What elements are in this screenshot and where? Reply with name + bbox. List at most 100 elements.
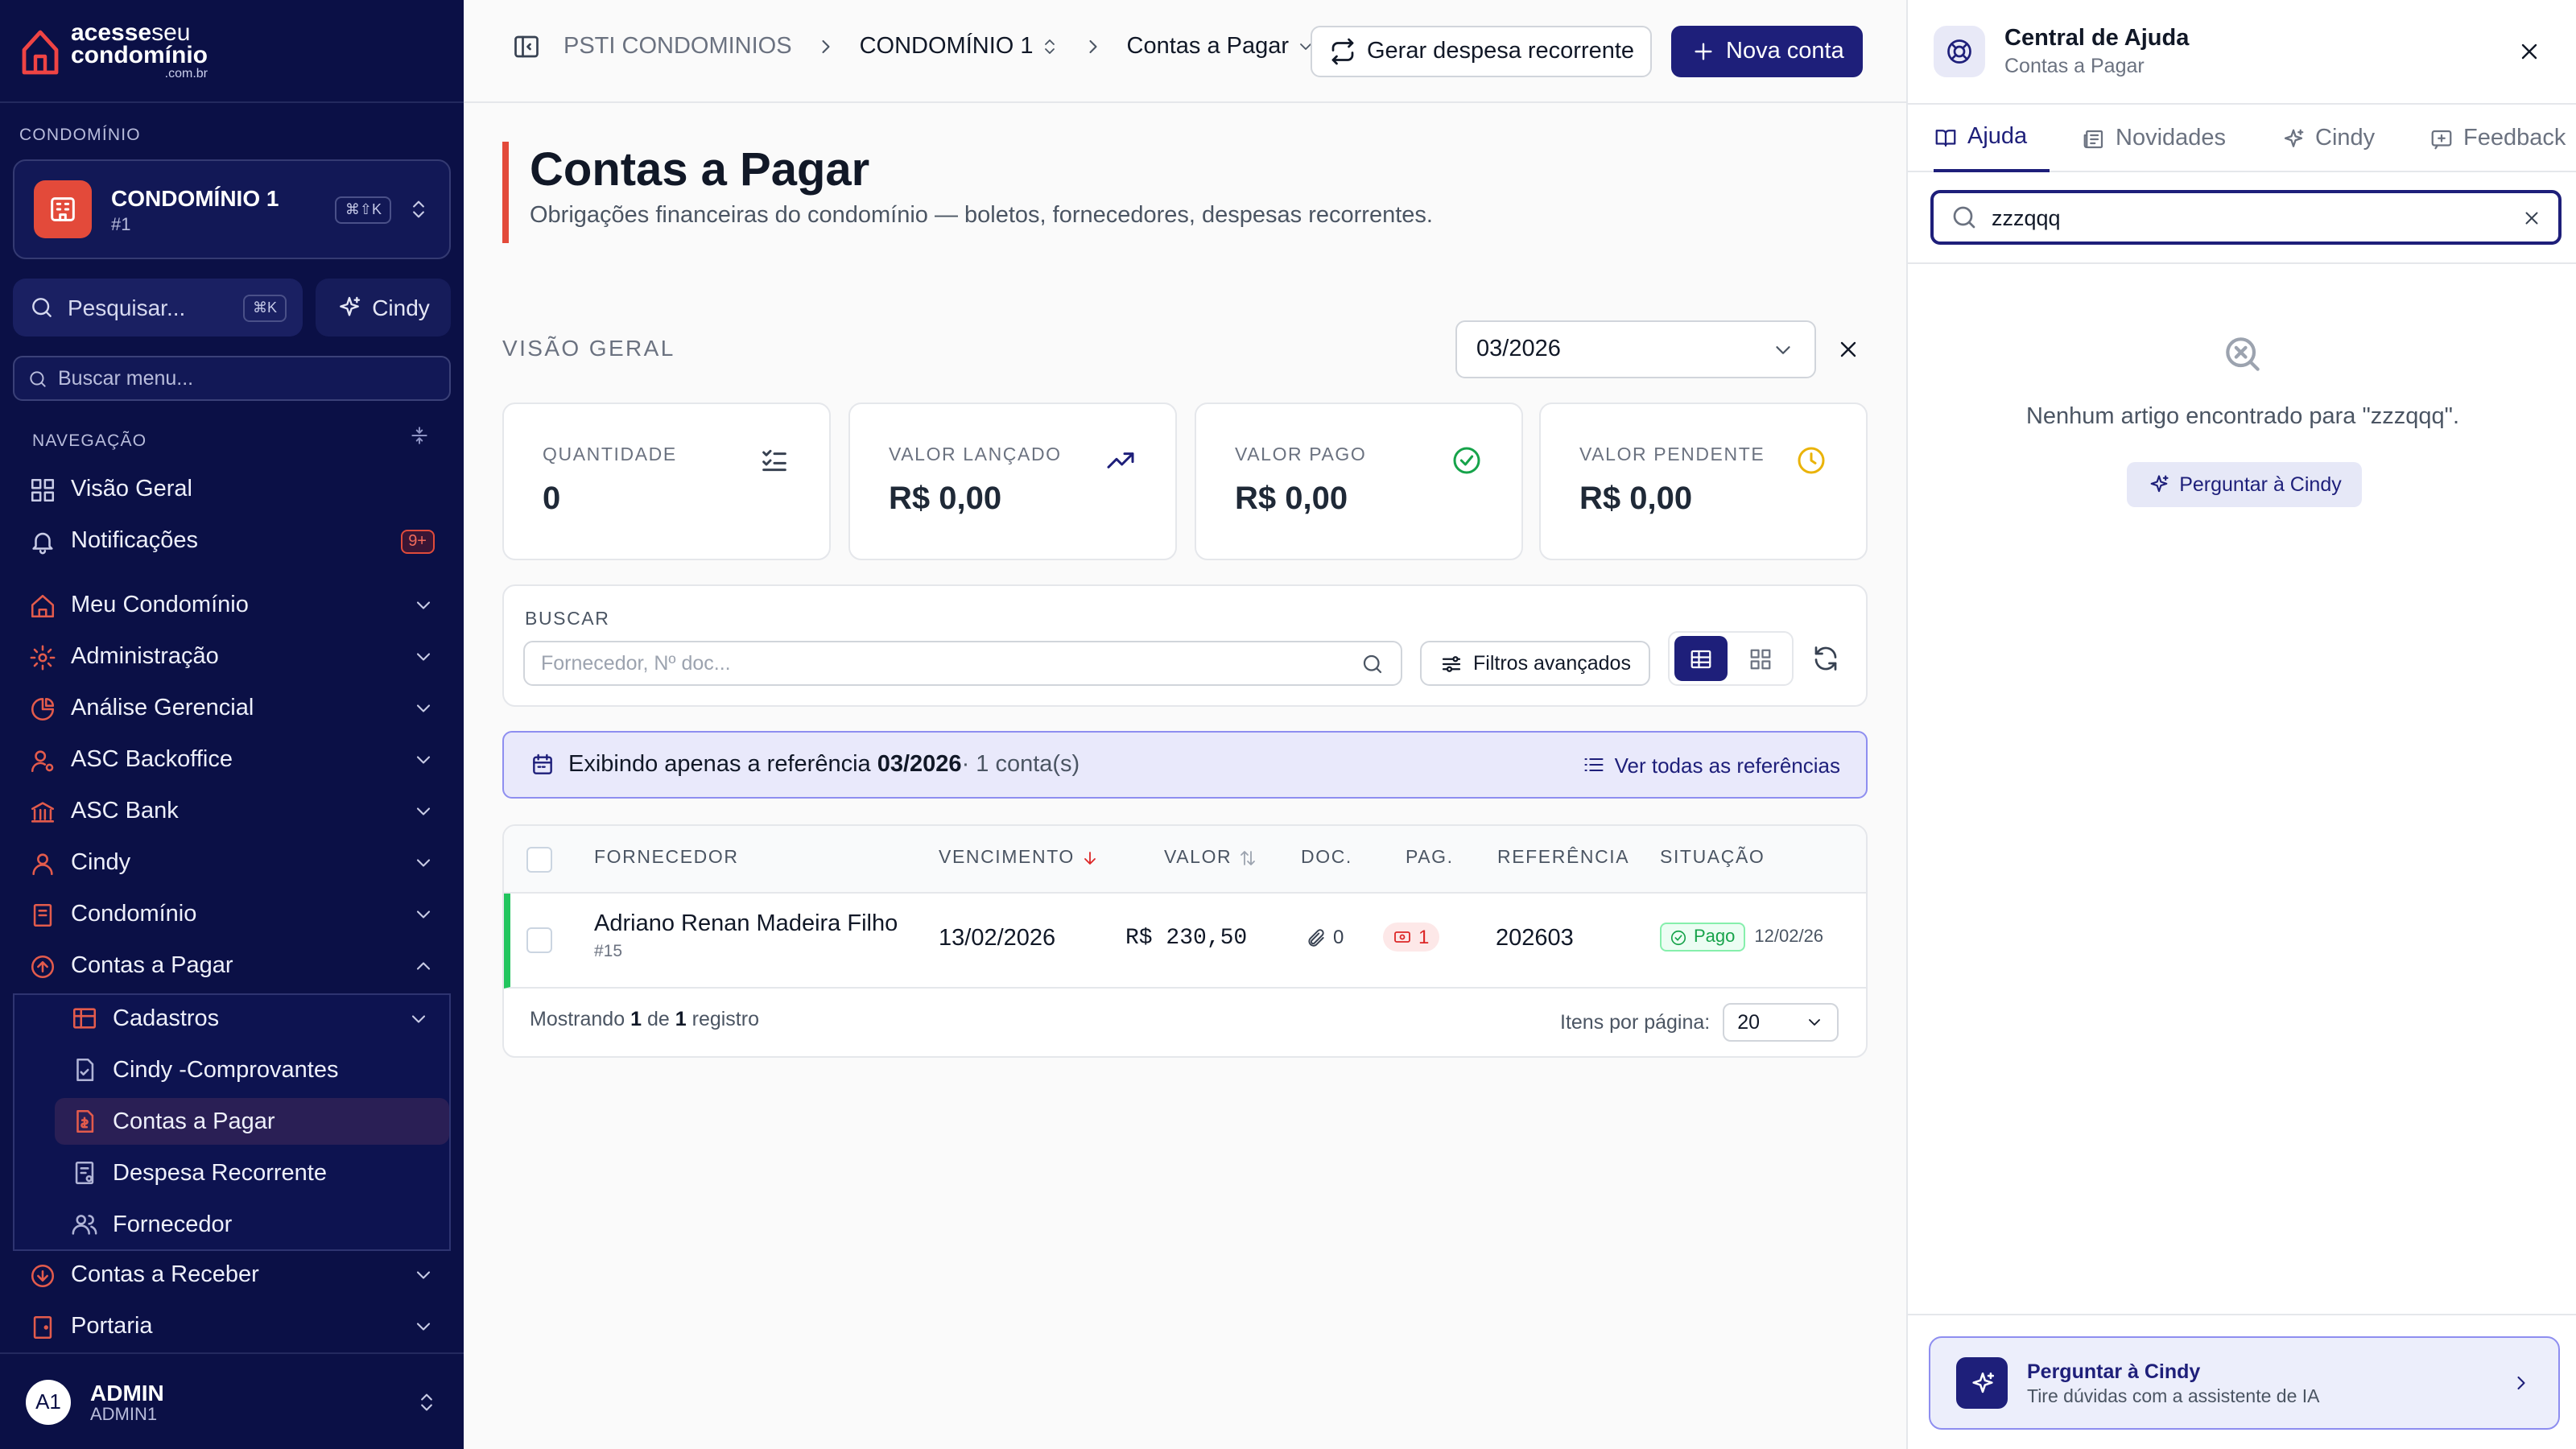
sidebar-item-condominio[interactable]: Condomínio (29, 892, 435, 937)
column-header-pag: PAG. (1406, 848, 1454, 868)
help-tabs: Ajuda Novidades Cindy Feedback (1908, 103, 2576, 172)
sliders-icon (1439, 651, 1463, 675)
breadcrumb-page-label: Contas a Pagar (1126, 34, 1290, 60)
submenu-item-contas-a-pagar[interactable]: Contas a Pagar (55, 1098, 449, 1145)
sidebar-item-portaria[interactable]: Portaria (29, 1304, 435, 1349)
breadcrumb-condo[interactable]: CONDOMÍNIO 1 (860, 34, 1059, 60)
submenu-item-despesa-recorrente[interactable]: Despesa Recorrente (55, 1150, 449, 1196)
column-header-vencimento[interactable]: VENCIMENTO (939, 848, 1100, 868)
sidebar-item-asc-bank[interactable]: ASC Bank (29, 789, 435, 834)
tab-feedback[interactable]: Feedback (2429, 105, 2566, 172)
brand-logo[interactable]: acesseseu condomínio .com.br (19, 21, 208, 80)
search-x-icon (2220, 332, 2265, 377)
sidebar-item-administracao[interactable]: Administração (29, 634, 435, 679)
stat-value: R$ 0,00 (1235, 481, 1348, 517)
ask-cindy-card[interactable]: Perguntar à Cindy Tire dúvidas com a ass… (1929, 1336, 2560, 1430)
ask-cindy-label: Perguntar à Cindy (2179, 473, 2342, 496)
submenu-item-fornecedor[interactable]: Fornecedor (55, 1201, 449, 1248)
column-header-fornecedor[interactable]: FORNECEDOR (594, 848, 739, 868)
month-select[interactable]: 03/2026 (1455, 320, 1816, 378)
clear-search-icon[interactable] (2521, 207, 2542, 228)
receipt-icon (71, 1159, 98, 1187)
sidebar-item-label: ASC Backoffice (71, 747, 233, 773)
chevron-down-icon (412, 646, 435, 668)
sidebar-item-visao-geral[interactable]: Visão Geral (29, 467, 435, 512)
tab-cindy[interactable]: Cindy (2281, 105, 2375, 172)
grid-view-button[interactable] (1734, 636, 1787, 681)
tab-ajuda[interactable]: Ajuda (1934, 105, 2050, 172)
sidebar-item-contas-a-pagar[interactable]: Contas a Pagar (29, 943, 435, 989)
breadcrumb-page[interactable]: Contas a Pagar (1127, 34, 1315, 60)
cell-payments[interactable]: 1 (1383, 923, 1439, 952)
submenu-item-cadastros[interactable]: Cadastros (55, 995, 449, 1042)
sparkles-icon (2147, 473, 2169, 496)
refresh-icon[interactable] (1811, 644, 1840, 673)
grid-icon (29, 476, 56, 503)
generate-recurring-button[interactable]: Gerar despesa recorrente (1311, 26, 1653, 77)
tab-novidades[interactable]: Novidades (2082, 105, 2226, 172)
footer-of: de (646, 1008, 670, 1030)
advanced-filters-button[interactable]: Filtros avançados (1420, 641, 1650, 686)
footer-shown: 1 (630, 1008, 642, 1030)
collapse-all-icon[interactable] (409, 425, 430, 446)
submenu-item-label: Fornecedor (113, 1212, 233, 1237)
column-header-label: VALOR (1164, 848, 1232, 868)
clear-month-icon[interactable] (1835, 336, 1861, 362)
stat-card-valor-pago: VALOR PAGO R$ 0,00 (1195, 402, 1523, 560)
sidebar-item-contas-a-receber[interactable]: Contas a Receber (29, 1253, 435, 1298)
sidebar-item-label: Meu Condomínio (71, 592, 249, 618)
brand-domain: .com.br (164, 66, 208, 80)
sidebar-item-notificacoes[interactable]: Notificações 9+ (29, 518, 435, 564)
sidebar-item-asc-backoffice[interactable]: ASC Backoffice (29, 737, 435, 782)
menu-search-placeholder: Buscar menu... (58, 367, 194, 390)
sidebar-item-meu-condominio[interactable]: Meu Condomínio (29, 583, 435, 628)
select-all-checkbox[interactable] (526, 847, 552, 873)
submenu-item-cindy-comprovantes[interactable]: Cindy -Comprovantes (55, 1046, 449, 1093)
stat-card-valor-lancado: VALOR LANÇADO R$ 0,00 (848, 402, 1177, 560)
sidebar-item-analise-gerencial[interactable]: Análise Gerencial (29, 686, 435, 731)
search-icon (1950, 203, 1979, 232)
cell-docs[interactable]: 0 (1306, 926, 1344, 948)
condo-switcher[interactable]: CONDOMÍNIO 1 #1 ⌘⇧K (13, 159, 451, 259)
month-select-value: 03/2026 (1476, 336, 1561, 362)
column-header-label: PAG. (1406, 848, 1454, 868)
ask-cindy-button[interactable]: Perguntar à Cindy (2127, 462, 2362, 507)
sidebar-item-label: ASC Bank (71, 799, 179, 824)
global-search-button[interactable]: Pesquisar... ⌘K (13, 279, 303, 336)
sort-icon (1238, 848, 1257, 868)
column-header-situacao: SITUAÇÃO (1660, 848, 1765, 868)
sparkles-icon (2281, 126, 2306, 151)
column-header-label: REFERÊNCIA (1497, 848, 1630, 868)
page-title: Contas a Pagar (530, 145, 870, 196)
table-row[interactable]: Adriano Renan Madeira Filho #15 13/02/202… (504, 894, 1866, 989)
close-icon[interactable] (2516, 39, 2542, 64)
chevron-up-down-icon (1040, 37, 1059, 56)
per-page-select[interactable]: 20 (1723, 1003, 1839, 1042)
column-header-valor[interactable]: VALOR (1164, 848, 1257, 868)
sidebar-toggle-icon[interactable] (512, 32, 541, 61)
new-bill-button[interactable]: Nova conta (1671, 26, 1864, 77)
sidebar-item-cindy[interactable]: Cindy (29, 840, 435, 886)
cell-supplier[interactable]: Adriano Renan Madeira Filho #15 (594, 911, 898, 961)
filter-search-input[interactable]: Fornecedor, Nº doc... (523, 641, 1402, 686)
help-search-input[interactable]: zzzqqq (1930, 190, 2562, 245)
chevron-down-icon (412, 903, 435, 926)
info-reference: 03/2026 (877, 752, 962, 778)
table-view-button[interactable] (1674, 636, 1728, 681)
repeat-icon (1328, 37, 1357, 66)
view-all-references-link[interactable]: Ver todas as referências (1583, 753, 1840, 777)
row-checkbox[interactable] (526, 927, 552, 953)
info-count: · 1 conta(s) (961, 752, 1080, 778)
status-label: Pago (1694, 927, 1736, 947)
building-icon (34, 180, 92, 238)
submenu-item-label: Cindy -Comprovantes (113, 1057, 339, 1083)
checklist-icon (758, 444, 791, 477)
grid-icon (1748, 646, 1773, 671)
main-content: PSTI CONDOMINIOS CONDOMÍNIO 1 Contas a P… (464, 0, 1906, 1449)
plus-icon (1690, 39, 1716, 64)
breadcrumb-org[interactable]: PSTI CONDOMINIOS (564, 34, 792, 60)
menu-search-input[interactable]: Buscar menu... (13, 356, 451, 401)
cindy-button[interactable]: Cindy (316, 279, 451, 336)
chevron-right-icon (2510, 1372, 2533, 1394)
user-menu[interactable]: A1 ADMIN ADMIN1 (0, 1354, 464, 1449)
